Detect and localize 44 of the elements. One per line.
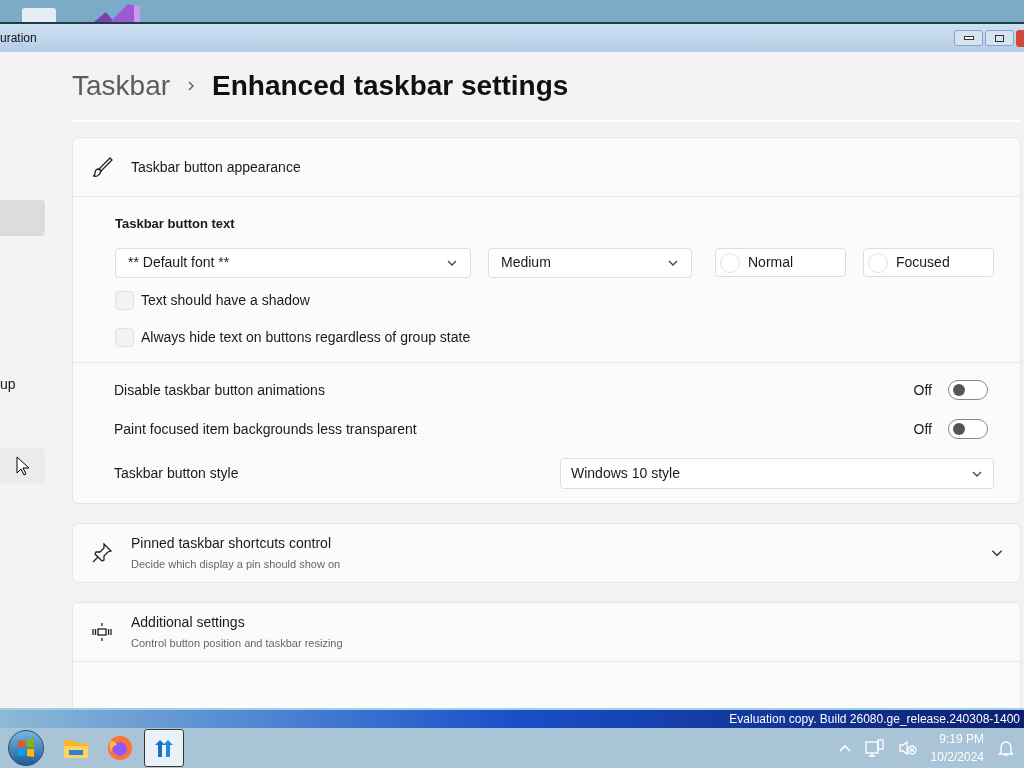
- window-title: uration: [0, 30, 37, 47]
- section-description: Control button position and taskbar resizing: [131, 635, 344, 651]
- checkbox[interactable]: [115, 327, 134, 347]
- section-description: Decide which display a pin should show on: [131, 556, 342, 572]
- section-title: Additional settings: [131, 612, 246, 632]
- setting-label: Disable taskbar button animations: [114, 380, 326, 400]
- setting-label: Taskbar button style: [114, 464, 240, 483]
- start-button[interactable]: [8, 730, 44, 766]
- muted-speaker-icon[interactable]: [898, 740, 917, 756]
- browser-icon: [107, 735, 133, 761]
- maximize-button[interactable]: [985, 30, 1014, 46]
- color-picker-button[interactable]: Normal: [715, 248, 846, 277]
- toggle-switch[interactable]: [948, 380, 988, 400]
- mouse-cursor-icon: [16, 456, 30, 476]
- checkbox-label: Text should have a shadow: [141, 290, 310, 310]
- resize-icon: [91, 620, 113, 643]
- sidebar-item[interactable]: [0, 448, 45, 484]
- toggle-state: Off: [913, 419, 932, 439]
- style-dropdown[interactable]: Windows 10 style: [560, 458, 994, 489]
- toggle-switch[interactable]: [948, 419, 988, 439]
- color-picker-button[interactable]: Focused: [863, 248, 994, 277]
- checkbox-label: Always hide text on buttons regardless of group state: [141, 327, 471, 347]
- taskbar-app-button[interactable]: [144, 729, 184, 767]
- setting-label: Paint focused item backgrounds less transparent: [114, 419, 418, 439]
- evaluation-watermark: Evaluation copy. Build 26080.ge_release.240308-1400: [729, 711, 1020, 728]
- pin-icon: [91, 541, 113, 564]
- font-dropdown[interactable]: ** Default font **: [115, 247, 471, 278]
- sidebar-item[interactable]: up: [0, 366, 45, 402]
- breadcrumb-link[interactable]: Taskbar: [72, 65, 171, 107]
- flag-icon: [17, 739, 35, 757]
- subheading: Taskbar button text: [115, 215, 236, 233]
- network-icon[interactable]: [864, 739, 885, 757]
- section-title: Taskbar button appearance: [131, 157, 302, 177]
- checkbox[interactable]: [115, 290, 134, 310]
- section-title: Pinned taskbar shortcuts control: [131, 533, 332, 553]
- close-button[interactable]: [1016, 29, 1024, 47]
- brush-icon: [91, 156, 113, 178]
- page-title: Enhanced taskbar settings: [212, 69, 569, 103]
- tray-chevron-icon[interactable]: [838, 744, 851, 752]
- notification-bell-icon[interactable]: [998, 739, 1014, 757]
- app-logo-icon[interactable]: [94, 4, 142, 22]
- minimize-button[interactable]: [954, 30, 983, 46]
- toggle-state: Off: [913, 380, 932, 400]
- font-dropdown[interactable]: Medium: [488, 247, 692, 278]
